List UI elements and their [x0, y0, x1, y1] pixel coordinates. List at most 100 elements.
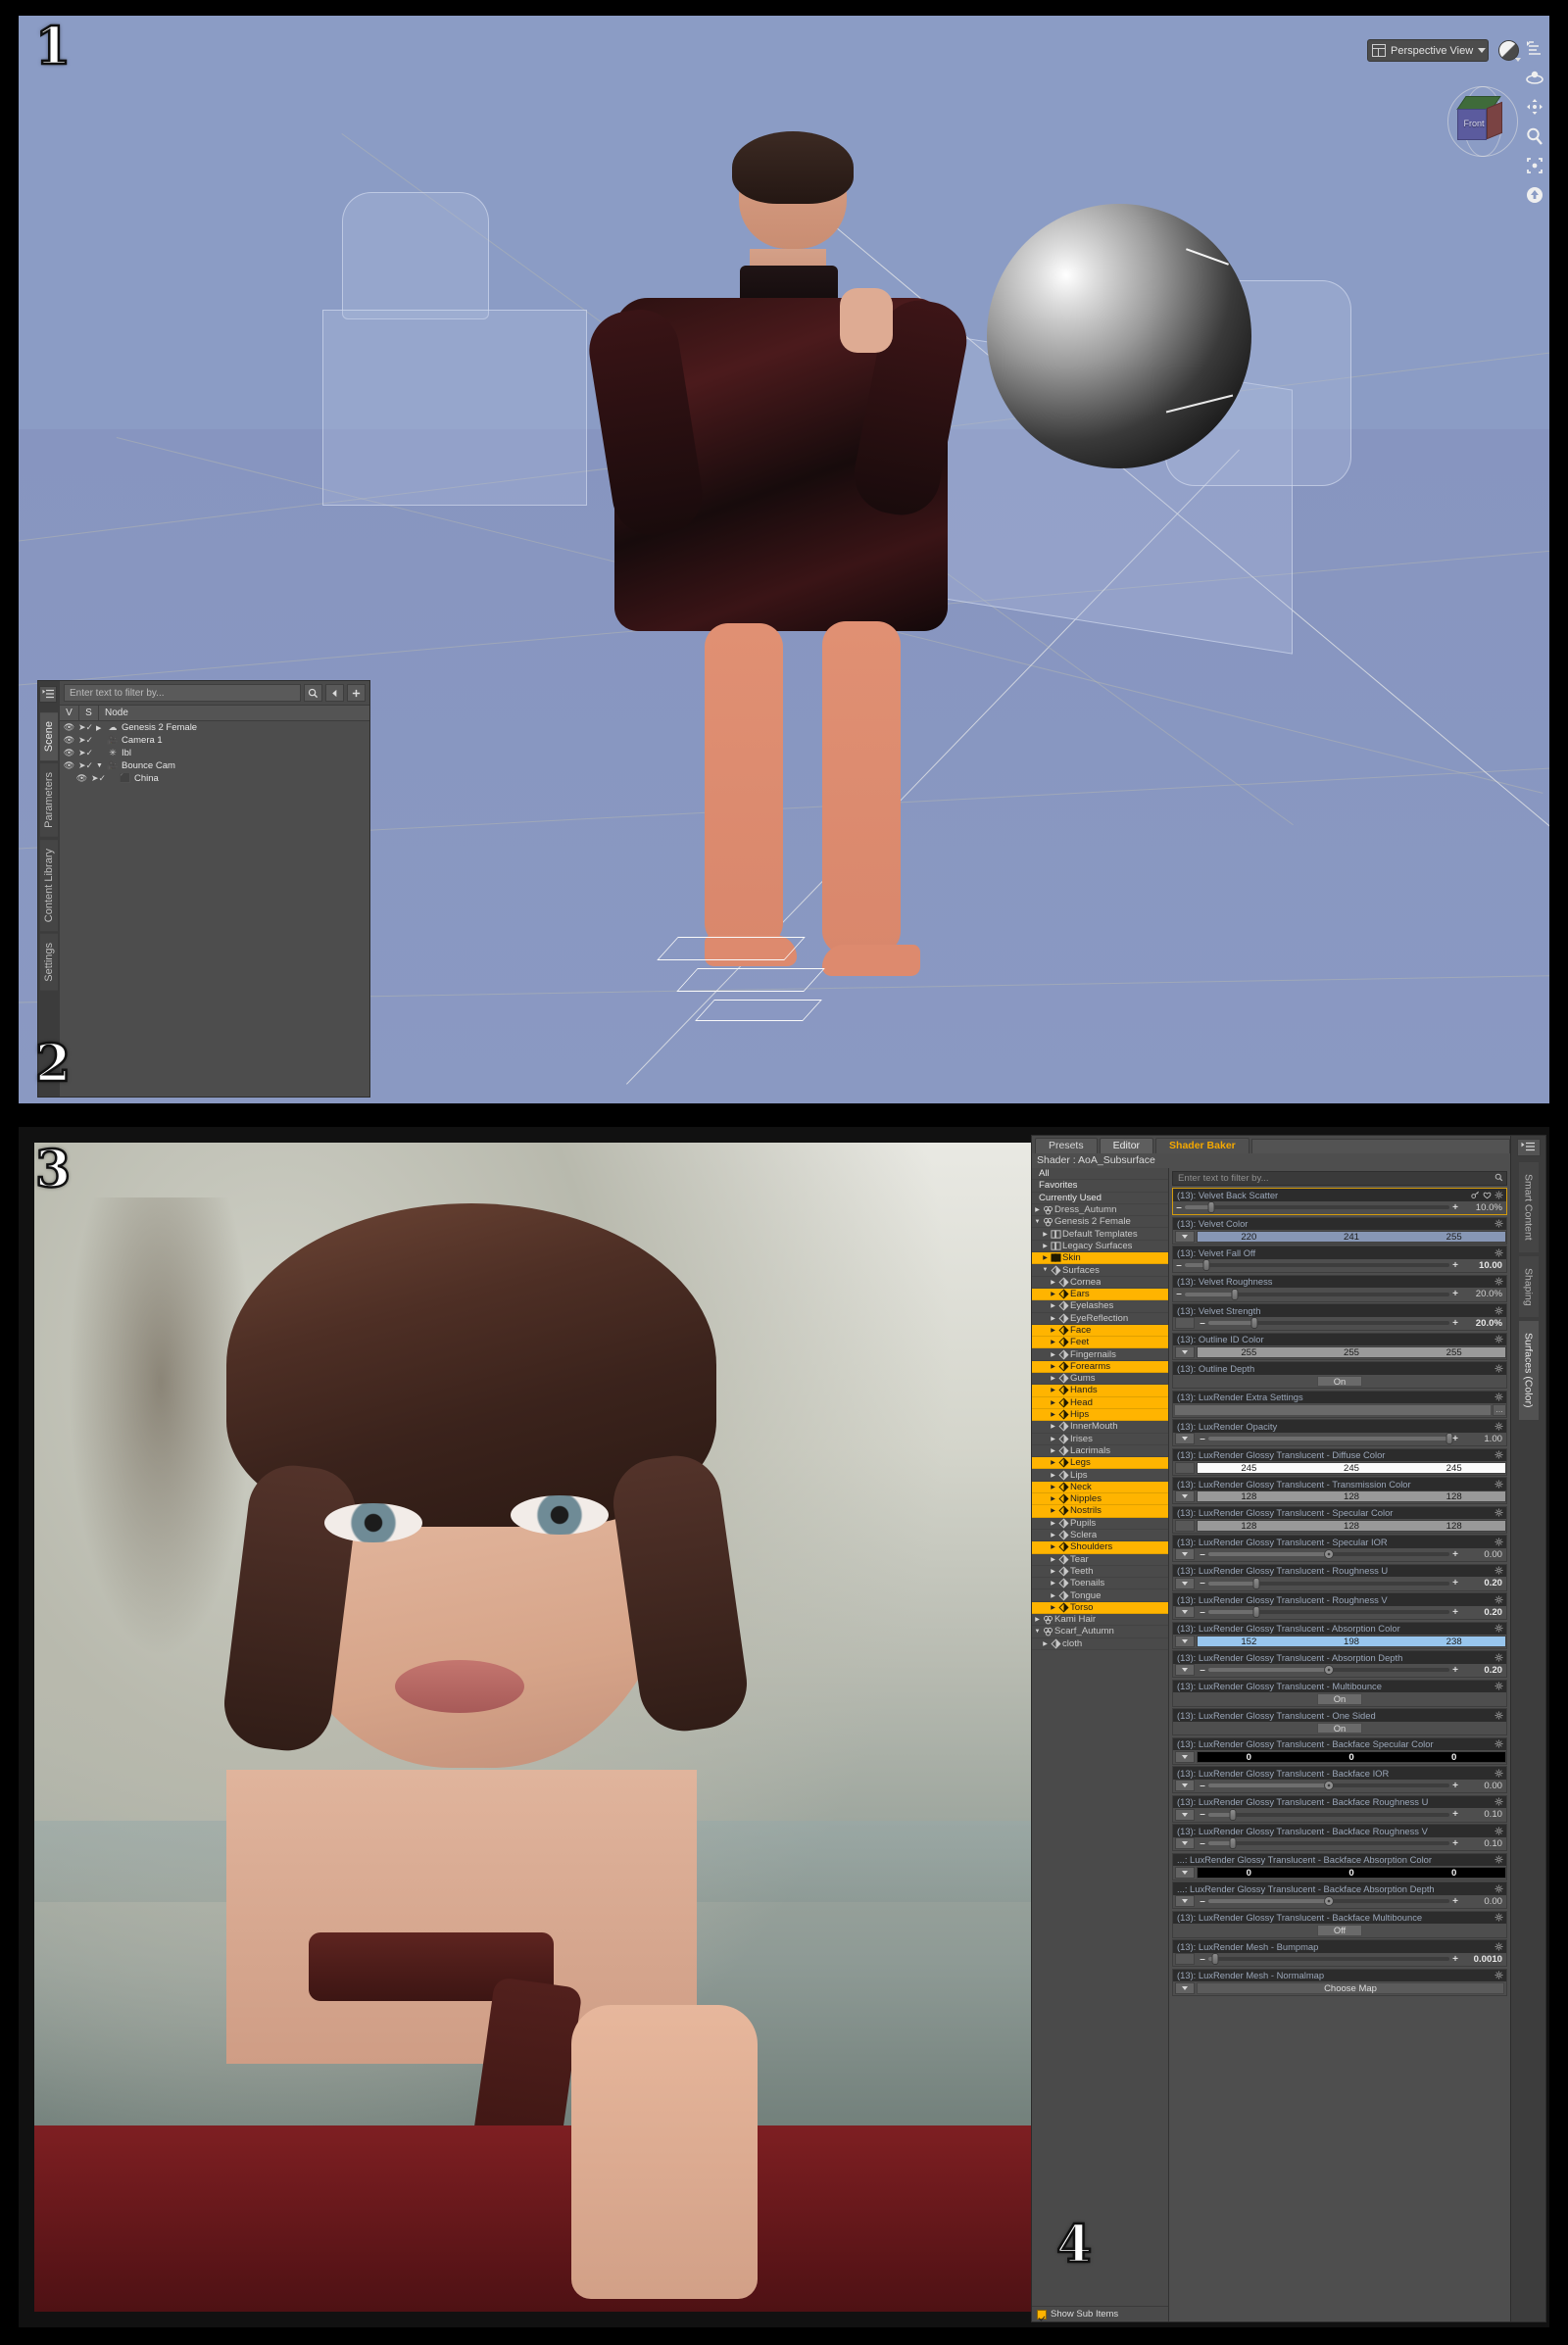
gear-icon[interactable]: [1494, 1942, 1503, 1951]
show-sub-items-checkbox[interactable]: [1037, 2309, 1047, 2320]
gear-icon[interactable]: [1494, 1392, 1503, 1401]
gear-icon[interactable]: [1494, 1364, 1503, 1373]
surface-tree-item[interactable]: ▶ EyeReflection: [1032, 1313, 1168, 1325]
expander-icon[interactable]: ▶: [1049, 1568, 1057, 1575]
selectable-arrow-icon[interactable]: ➤✓: [78, 748, 93, 758]
gear-icon[interactable]: [1494, 1508, 1503, 1517]
gear-icon[interactable]: [1494, 1191, 1503, 1199]
pan-icon[interactable]: [1524, 96, 1545, 118]
expand-button[interactable]: [1175, 1345, 1195, 1358]
property-slider-row[interactable]: – +0.0010: [1173, 1952, 1506, 1966]
color-channel-g[interactable]: 245: [1300, 1463, 1403, 1474]
expand-button[interactable]: [1175, 1577, 1195, 1589]
view-cube-side-face[interactable]: [1487, 101, 1502, 140]
expander-icon[interactable]: ▶: [1049, 1556, 1057, 1563]
tab-scene[interactable]: Scene: [40, 712, 58, 761]
property-value[interactable]: 0.20: [1461, 1665, 1506, 1676]
expander-icon[interactable]: ▼: [1033, 1219, 1042, 1225]
surface-tree-item[interactable]: All: [1032, 1168, 1168, 1181]
surface-tree-item[interactable]: ▶ Skin: [1032, 1252, 1168, 1265]
gear-icon[interactable]: [1494, 1248, 1503, 1257]
property-header-icons[interactable]: [1494, 1364, 1506, 1373]
scene-pane[interactable]: Scene Parameters Content Library Setting…: [37, 680, 370, 1098]
expander-icon[interactable]: ▶: [1049, 1507, 1057, 1514]
visibility-eye-icon[interactable]: 👁: [63, 722, 75, 733]
surface-tree-item[interactable]: ▶ Nostrils: [1032, 1505, 1168, 1518]
property-slider-row[interactable]: – +0.00: [1173, 1894, 1506, 1908]
surface-tree-item[interactable]: ▶ Feet: [1032, 1337, 1168, 1349]
expand-button[interactable]: [1175, 1981, 1195, 1994]
expander-icon[interactable]: ▶: [1049, 1472, 1057, 1479]
gear-icon[interactable]: [1494, 1913, 1503, 1922]
property-color-row[interactable]: 128 128 128: [1173, 1519, 1506, 1533]
color-channel-r[interactable]: 0: [1198, 1752, 1300, 1763]
tab-settings[interactable]: Settings: [40, 934, 58, 992]
property-header-icons[interactable]: [1494, 1595, 1506, 1604]
property-group[interactable]: (13): Outline Depth On: [1172, 1361, 1507, 1389]
gear-icon[interactable]: [1494, 1884, 1503, 1893]
surface-tree-item[interactable]: ▶ Face: [1032, 1324, 1168, 1338]
gear-icon[interactable]: [1494, 1450, 1503, 1459]
color-channel-g[interactable]: 128: [1300, 1491, 1403, 1502]
color-channel-b[interactable]: 128: [1402, 1521, 1505, 1532]
frame-icon[interactable]: [1524, 155, 1545, 176]
property-list[interactable]: (13): Velvet Back Scatter – +10.0% (13): Ve…: [1169, 1188, 1510, 2321]
property-value[interactable]: 20.0%: [1461, 1289, 1506, 1299]
property-header-icons[interactable]: [1494, 1480, 1506, 1489]
property-header-icons[interactable]: [1494, 1739, 1506, 1748]
property-value[interactable]: 20.0%: [1461, 1318, 1506, 1329]
expand-button[interactable]: [1175, 1866, 1195, 1879]
swatch-button[interactable]: [1175, 1461, 1195, 1474]
tab-editor[interactable]: Editor: [1099, 1138, 1154, 1153]
surface-tree-item[interactable]: ▶ Hands: [1032, 1385, 1168, 1397]
scene-node-row[interactable]: 👁 ➤✓ ⬛ China: [60, 772, 369, 785]
decrement-button[interactable]: –: [1173, 1202, 1185, 1213]
selectable-arrow-icon[interactable]: ➤✓: [78, 735, 93, 746]
gear-icon[interactable]: [1494, 1827, 1503, 1835]
property-header-icons[interactable]: [1494, 1913, 1506, 1922]
slider-track[interactable]: [1208, 1837, 1449, 1850]
slider-knob[interactable]: [1229, 1808, 1237, 1821]
slider-track[interactable]: [1208, 1953, 1449, 1966]
property-value[interactable]: 0.0010: [1461, 1954, 1506, 1965]
expander-icon[interactable]: ▶: [1041, 1243, 1050, 1249]
property-header-icons[interactable]: [1494, 1392, 1506, 1401]
scene-node-row[interactable]: 👁 ➤✓ 🎥 Camera 1: [60, 734, 369, 747]
surface-tree-column[interactable]: All Favorites Currently Used ▶ Dress_Autumn ▼…: [1032, 1168, 1169, 2321]
property-toggle-row[interactable]: On: [1173, 1374, 1506, 1388]
color-channel-r[interactable]: 245: [1198, 1463, 1300, 1474]
scene-filter-row[interactable]: Enter text to filter by...: [60, 681, 369, 705]
expander-icon[interactable]: ▶: [1049, 1447, 1057, 1454]
surfaces-editor-panel[interactable]: Presets Editor Shader Baker Shader : AoA…: [1031, 1135, 1511, 2322]
property-header-icons[interactable]: [1494, 1624, 1506, 1633]
scene-node-row[interactable]: 👁 ➤✓ ✳ Ibl: [60, 747, 369, 759]
increment-button[interactable]: +: [1449, 1549, 1461, 1560]
surface-tree-list[interactable]: All Favorites Currently Used ▶ Dress_Autumn ▼…: [1032, 1168, 1168, 2306]
color-channel-g[interactable]: 0: [1300, 1868, 1403, 1879]
property-group[interactable]: (13): LuxRender Glossy Translucent - Bac…: [1172, 1794, 1507, 1823]
property-group[interactable]: (13): LuxRender Glossy Translucent - Tra…: [1172, 1477, 1507, 1504]
expander-icon[interactable]: ▶: [1049, 1532, 1057, 1539]
expander-icon[interactable]: ▶: [1049, 1387, 1057, 1393]
surface-tree-item[interactable]: ▼ Surfaces: [1032, 1264, 1168, 1277]
expander-icon[interactable]: ▼: [1041, 1267, 1050, 1273]
swatch-button[interactable]: [1175, 1317, 1195, 1330]
property-choose-row[interactable]: Choose Map: [1173, 1981, 1506, 1995]
property-header-icons[interactable]: [1494, 1248, 1506, 1257]
property-group[interactable]: (13): Velvet Back Scatter – +10.0%: [1172, 1188, 1507, 1215]
color-swatch[interactable]: 152 198 238: [1197, 1635, 1506, 1647]
property-color-row[interactable]: 128 128 128: [1173, 1490, 1506, 1503]
scene-pane-menu-icon[interactable]: [39, 686, 57, 703]
surface-tree-item[interactable]: Currently Used: [1032, 1193, 1168, 1204]
property-group[interactable]: (13): LuxRender Glossy Translucent - Spe…: [1172, 1535, 1507, 1562]
slider-knob[interactable]: [1211, 1953, 1219, 1966]
property-group[interactable]: (13): LuxRender Glossy Translucent - Dif…: [1172, 1447, 1507, 1476]
slider-knob[interactable]: [1231, 1288, 1239, 1300]
swatch-button[interactable]: [1175, 1953, 1195, 1966]
expander-icon[interactable]: ▶: [1049, 1327, 1057, 1334]
expander-icon[interactable]: ▶: [96, 724, 104, 732]
decrement-button[interactable]: –: [1197, 1578, 1208, 1588]
property-toggle-row[interactable]: Off: [1173, 1924, 1506, 1937]
color-swatch[interactable]: 128 128 128: [1197, 1490, 1506, 1503]
expander-icon[interactable]: ▶: [1033, 1206, 1042, 1213]
